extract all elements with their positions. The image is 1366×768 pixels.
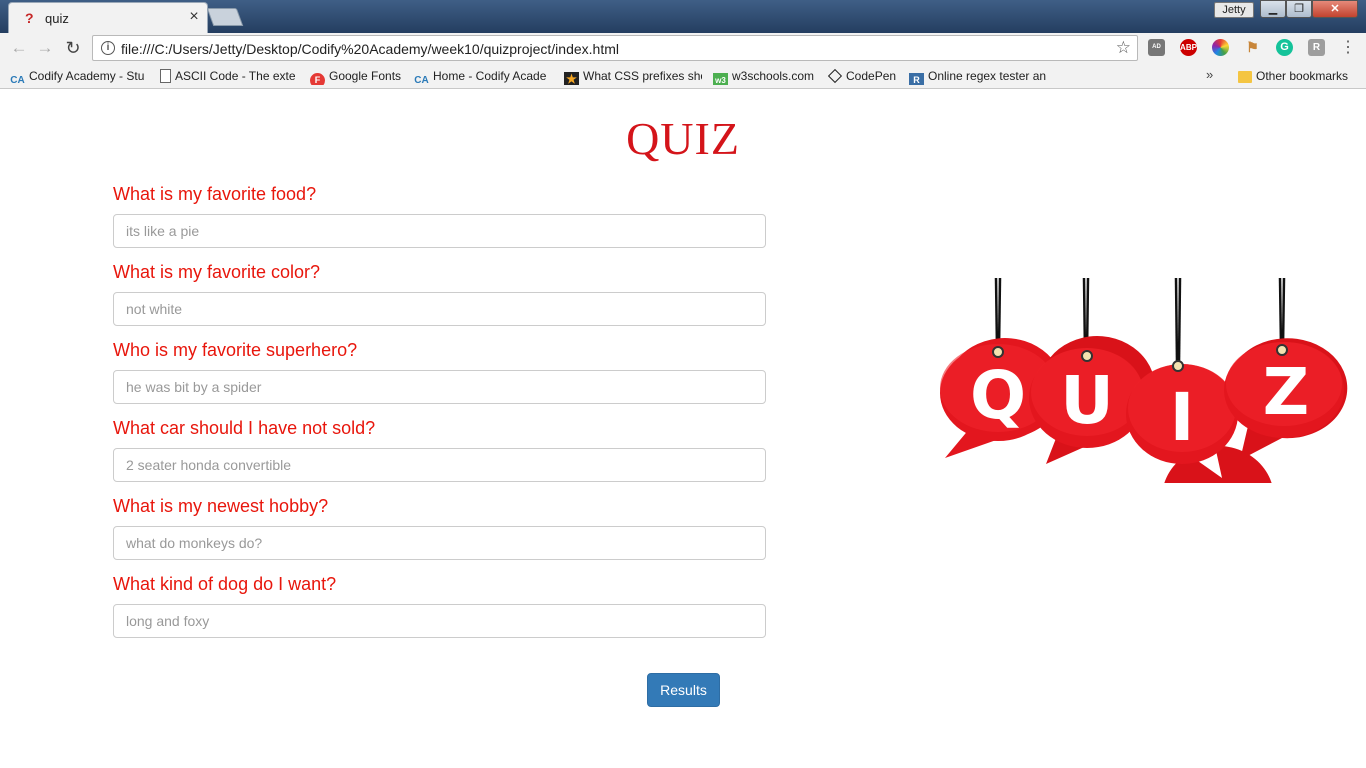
back-arrow-icon[interactable]: ← <box>8 37 30 59</box>
maximize-button[interactable]: ❐ <box>1286 0 1312 18</box>
answer-input-car[interactable] <box>113 448 766 482</box>
document-icon <box>160 69 171 83</box>
bookmark-label: w3schools.com <box>732 69 815 83</box>
forward-arrow-icon[interactable]: → <box>34 37 56 59</box>
bookmark-label: CodePen <box>846 69 897 83</box>
codify-icon: CA <box>10 75 25 85</box>
bookmark-label: Online regex tester an <box>928 69 1047 83</box>
bookmark-label: Google Fonts <box>329 69 402 83</box>
answer-input-color[interactable] <box>113 292 766 326</box>
close-window-button[interactable]: ✕ <box>1312 0 1358 18</box>
question-label-hobby: What is my newest hobby? <box>113 496 329 516</box>
answer-input-dog[interactable] <box>113 604 766 638</box>
bookmark-ascii-code[interactable]: ASCII Code - The exte <box>160 67 298 85</box>
w3schools-icon: w3 <box>713 73 728 85</box>
question-label-color: What is my favorite color? <box>113 262 321 282</box>
regex-icon: R <box>909 73 924 85</box>
question-label-food: What is my favorite food? <box>113 184 317 204</box>
quiz-speech-bubbles-image: Q U I Z <box>940 278 1348 483</box>
quiz-letter-u: U <box>1060 362 1114 439</box>
quiz-letter-z: Z <box>1263 356 1309 430</box>
codepen-icon <box>828 68 843 84</box>
tab-title: quiz <box>45 11 69 26</box>
question-label-car: What car should I have not sold? <box>113 418 376 438</box>
tag-extension-icon[interactable]: ⚑ <box>1244 39 1261 56</box>
bookmark-label: ASCII Code - The exte <box>175 69 296 83</box>
color-picker-extension-icon[interactable] <box>1212 39 1229 56</box>
bookmark-label: Other bookmarks <box>1256 69 1349 83</box>
reload-icon[interactable]: ↻ <box>62 37 84 59</box>
new-tab-button[interactable] <box>206 8 244 26</box>
bookmark-w3schools[interactable]: w3 w3schools.com <box>713 67 821 85</box>
r-extension-icon[interactable]: R <box>1308 39 1325 56</box>
bookmark-label: Codify Academy - Stu <box>29 69 145 83</box>
question-favicon-icon: ? <box>25 10 34 26</box>
quiz-bubble-z: Z <box>1224 338 1348 460</box>
bookmark-google-fonts[interactable]: F Google Fonts <box>310 67 406 85</box>
bookmark-star-icon[interactable]: ☆ <box>1116 38 1131 58</box>
bookmark-codepen[interactable]: CodePen <box>828 67 904 85</box>
adblock-extension-icon[interactable]: AD <box>1148 39 1165 56</box>
tab-bar: ? quiz × Jetty ▁ ❐ ✕ <box>0 0 1366 33</box>
url-text[interactable]: file:///C:/Users/Jetty/Desktop/Codify%20… <box>121 41 619 57</box>
star-icon: ★ <box>564 72 579 85</box>
tab-close-icon[interactable]: × <box>185 8 203 26</box>
browser-chrome: ? quiz × Jetty ▁ ❐ ✕ ← → ↻ i file:///C:/… <box>0 0 1366 90</box>
info-icon[interactable]: i <box>101 41 115 55</box>
bookmark-codify-academy[interactable]: CA Codify Academy - Stu <box>10 67 148 85</box>
question-label-dog: What kind of dog do I want? <box>113 574 337 594</box>
browser-toolbar: ← → ↻ i file:///C:/Users/Jetty/Desktop/C… <box>0 33 1366 63</box>
other-bookmarks-folder[interactable]: Other bookmarks <box>1238 67 1358 85</box>
results-button[interactable]: Results <box>647 673 720 707</box>
bookmark-label: What CSS prefixes sho <box>583 69 702 83</box>
answer-input-food[interactable] <box>113 214 766 248</box>
page-content: QUIZ What is my favorite food? What is m… <box>0 90 1366 768</box>
google-fonts-icon: F <box>310 73 325 85</box>
profile-button[interactable]: Jetty <box>1214 2 1254 18</box>
answer-input-hobby[interactable] <box>113 526 766 560</box>
grammarly-icon[interactable]: G <box>1276 39 1293 56</box>
bookmark-home-codify[interactable]: CA Home - Codify Acade <box>414 67 552 85</box>
menu-kebab-icon[interactable]: ⋮ <box>1340 38 1356 58</box>
adblock-plus-icon[interactable]: ABP <box>1180 39 1197 56</box>
answer-input-superhero[interactable] <box>113 370 766 404</box>
minimize-button[interactable]: ▁ <box>1260 0 1286 18</box>
bookmark-regex-tester[interactable]: R Online regex tester an <box>909 67 1047 85</box>
codify-icon: CA <box>414 75 429 85</box>
page-title: QUIZ <box>626 113 740 164</box>
quiz-letter-i: I <box>1170 379 1195 456</box>
question-label-superhero: Who is my favorite superhero? <box>113 340 358 360</box>
tab-quiz[interactable]: ? quiz × <box>8 2 208 33</box>
more-bookmarks-chevron-icon[interactable]: » <box>1206 67 1213 82</box>
address-bar[interactable]: i file:///C:/Users/Jetty/Desktop/Codify%… <box>92 35 1138 61</box>
bookmark-css-prefixes[interactable]: ★ What CSS prefixes sho <box>564 67 702 85</box>
bookmarks-bar: CA Codify Academy - Stu ASCII Code - The … <box>0 63 1366 89</box>
folder-icon <box>1238 71 1252 83</box>
quiz-letter-q: Q <box>970 357 1026 434</box>
bookmark-label: Home - Codify Acade <box>433 69 547 83</box>
